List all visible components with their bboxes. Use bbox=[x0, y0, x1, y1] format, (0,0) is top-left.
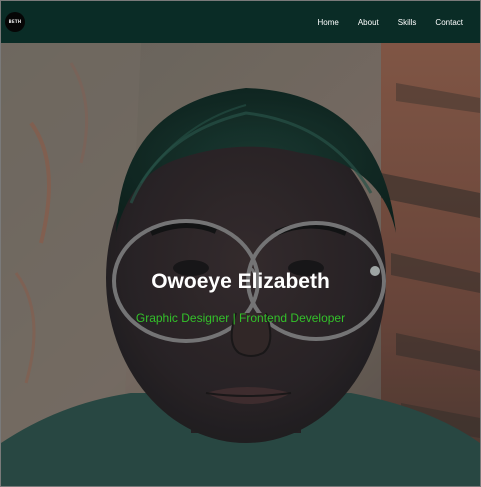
nav-links: Home About Skills Contact bbox=[299, 18, 464, 27]
navbar: BETH Home About Skills Contact bbox=[1, 1, 480, 43]
hero-subtitle: Graphic Designer | Frontend Developer bbox=[135, 311, 346, 325]
nav-link-skills[interactable]: Skills bbox=[398, 18, 417, 27]
nav-link-contact[interactable]: Contact bbox=[435, 18, 463, 27]
hero-section: Owoeye Elizabeth Graphic Designer | Fron… bbox=[1, 43, 480, 486]
nav-link-home[interactable]: Home bbox=[318, 18, 339, 27]
logo[interactable]: BETH bbox=[5, 12, 25, 32]
hero-title: Owoeye Elizabeth bbox=[151, 270, 330, 293]
page-frame: BETH Home About Skills Contact Owoeye El… bbox=[0, 0, 481, 487]
logo-text: BETH bbox=[8, 19, 22, 24]
hero-overlay bbox=[1, 43, 480, 486]
nav-link-about[interactable]: About bbox=[358, 18, 379, 27]
